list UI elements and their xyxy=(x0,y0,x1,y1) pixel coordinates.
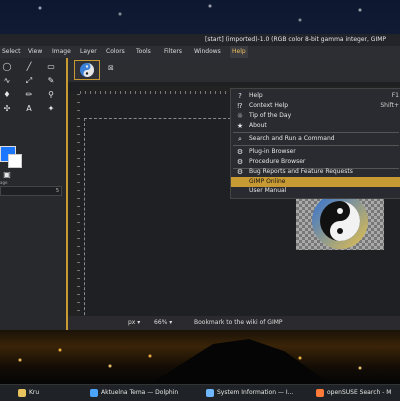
menu-image[interactable]: Image xyxy=(50,46,73,58)
taskbar: Kru Aktuelna Tema — Dolphin System Infor… xyxy=(0,384,400,401)
zoom-selector[interactable]: 66% ▾ xyxy=(154,316,180,330)
procedure-icon: ⚙ xyxy=(236,158,244,166)
bucket-fill-icon[interactable]: ♦ xyxy=(2,90,12,100)
tool-option-field[interactable]: 5 xyxy=(0,186,62,196)
menu-item-context-help-label: Context Help xyxy=(249,102,289,109)
menu-item-bug-reports[interactable]: ⚙ Bug Reports and Feature Requests xyxy=(231,167,400,177)
menu-windows[interactable]: Windows xyxy=(192,46,223,58)
line-tool-icon[interactable]: ╱ xyxy=(24,62,34,72)
menu-item-help-label: Help xyxy=(249,92,263,99)
menu-separator xyxy=(233,132,399,133)
crop-tool-icon[interactable]: ▭ xyxy=(46,62,56,72)
vertical-ruler[interactable] xyxy=(68,94,80,330)
help-menu: ? Help F1 ⁉ Context Help Shift+ ☼ Tip of… xyxy=(230,88,400,190)
lasso-tool-icon[interactable]: ∿ xyxy=(2,76,12,86)
menu-item-context-help[interactable]: ⁉ Context Help Shift+ xyxy=(231,101,400,111)
folder-icon xyxy=(18,388,26,397)
task-system-information[interactable]: System Information — I... xyxy=(206,388,293,398)
image-canvas[interactable] xyxy=(296,192,384,250)
menu-item-user-manual-label: User Manual xyxy=(249,187,287,194)
free-select-icon[interactable]: ◯ xyxy=(2,62,12,72)
bug-icon: ⚙ xyxy=(236,168,244,176)
menu-select[interactable]: Select xyxy=(0,46,23,58)
gimp-window: [start] (imported)-1.0 (RGB color 8-bit … xyxy=(0,34,400,350)
menu-item-about-label: About xyxy=(249,122,267,129)
task-kru-label: Kru xyxy=(29,389,40,396)
text-tool-icon[interactable]: A xyxy=(24,104,34,114)
toolbox: ◯ ╱ ▭ ∿ ⤢ ✎ ♦ ✏ ⚲ ✣ A ✦ ▣ age 5 ✕ ↺ xyxy=(0,58,66,350)
menu-filters[interactable]: Filters xyxy=(162,46,184,58)
status-message: Bookmark to the wiki of GIMP xyxy=(194,319,283,326)
yin-yang-image xyxy=(312,193,368,249)
image-tab-thumbnail[interactable] xyxy=(74,60,100,80)
menu-colors[interactable]: Colors xyxy=(104,46,127,58)
menu-item-user-manual[interactable]: User Manual xyxy=(231,186,400,196)
tool-option-value: 5 xyxy=(55,188,59,194)
tool-option-label: age xyxy=(0,180,8,185)
menu-item-help[interactable]: ? Help F1 xyxy=(231,91,400,101)
guide-vertical xyxy=(84,118,85,330)
menu-separator xyxy=(233,145,399,146)
menu-help[interactable]: Help xyxy=(230,46,248,58)
folder-icon xyxy=(90,388,98,397)
menu-item-procedure-label: Procedure Browser xyxy=(249,158,306,165)
menu-item-about[interactable]: ★ About xyxy=(231,121,400,131)
smudge-tool-icon[interactable]: ✦ xyxy=(46,104,56,114)
unit-selector[interactable]: px ▾ xyxy=(128,316,154,330)
paintbrush-icon[interactable]: ✏ xyxy=(24,90,34,100)
brush-preview-icon[interactable]: ▣ xyxy=(2,170,12,180)
menu-item-context-help-shortcut: Shift+ xyxy=(380,102,399,109)
lightbulb-icon: ☼ xyxy=(236,112,244,120)
menu-layer[interactable]: Layer xyxy=(78,46,99,58)
menu-view[interactable]: View xyxy=(26,46,44,58)
task-sysinfo-label: System Information — I... xyxy=(217,389,294,396)
task-firefox[interactable]: openSUSE Search - M xyxy=(316,388,391,398)
desktop-sky xyxy=(0,0,400,34)
menu-item-plugin-label: Plug-in Browser xyxy=(249,148,296,155)
unit-value: px xyxy=(128,319,136,326)
status-bar: px ▾ 66% ▾ Bookmark to the wiki of GIMP xyxy=(68,316,400,330)
scale-tool-icon[interactable]: ⤢ xyxy=(24,76,34,86)
menu-item-search-label: Search and Run a Command xyxy=(249,135,335,142)
help-menu-tail: User Manual xyxy=(230,186,400,199)
pencil-tool-icon[interactable]: ✎ xyxy=(46,76,56,86)
fuzzy-select-icon[interactable]: ✣ xyxy=(2,104,12,114)
info-icon xyxy=(206,388,214,397)
task-firefox-label: openSUSE Search - M xyxy=(327,389,392,396)
search-icon: ⌕ xyxy=(238,135,242,143)
plugin-icon: ⚙ xyxy=(236,148,244,156)
star-icon: ★ xyxy=(236,122,244,130)
zoom-value: 66% xyxy=(154,319,168,326)
menu-item-tip-label: Tip of the Day xyxy=(249,112,292,119)
window-titlebar: [start] (imported)-1.0 (RGB color 8-bit … xyxy=(0,34,400,46)
context-help-icon: ⁉ xyxy=(237,102,243,110)
close-image-icon[interactable]: ⊠ xyxy=(108,64,118,72)
yin-yang-thumb-icon xyxy=(80,63,94,77)
menu-item-help-shortcut: F1 xyxy=(391,92,399,99)
menu-item-procedure-browser[interactable]: ⚙ Procedure Browser xyxy=(231,157,400,167)
menu-item-plugin-browser[interactable]: ⚙ Plug-in Browser xyxy=(231,147,400,157)
menu-tools[interactable]: Tools xyxy=(134,46,153,58)
menu-item-tip-of-the-day[interactable]: ☼ Tip of the Day xyxy=(231,111,400,121)
firefox-icon xyxy=(316,388,324,397)
help-icon: ? xyxy=(238,92,242,100)
menu-item-bug-label: Bug Reports and Feature Requests xyxy=(249,168,353,175)
image-tab-bar: ⊠ xyxy=(68,58,400,82)
task-dolphin[interactable]: Aktuelna Tema — Dolphin xyxy=(90,388,178,398)
background-color-swatch[interactable] xyxy=(8,154,22,168)
window-title: [start] (imported)-1.0 (RGB color 8-bit … xyxy=(205,36,387,43)
menubar: Select View Image Layer Colors Tools Fil… xyxy=(0,46,400,58)
menu-item-search-command[interactable]: ⌕ Search and Run a Command xyxy=(231,134,400,144)
task-kru[interactable]: Kru xyxy=(18,388,39,398)
eyedropper-icon[interactable]: ⚲ xyxy=(46,90,56,100)
task-dolphin-label: Aktuelna Tema — Dolphin xyxy=(101,389,179,396)
